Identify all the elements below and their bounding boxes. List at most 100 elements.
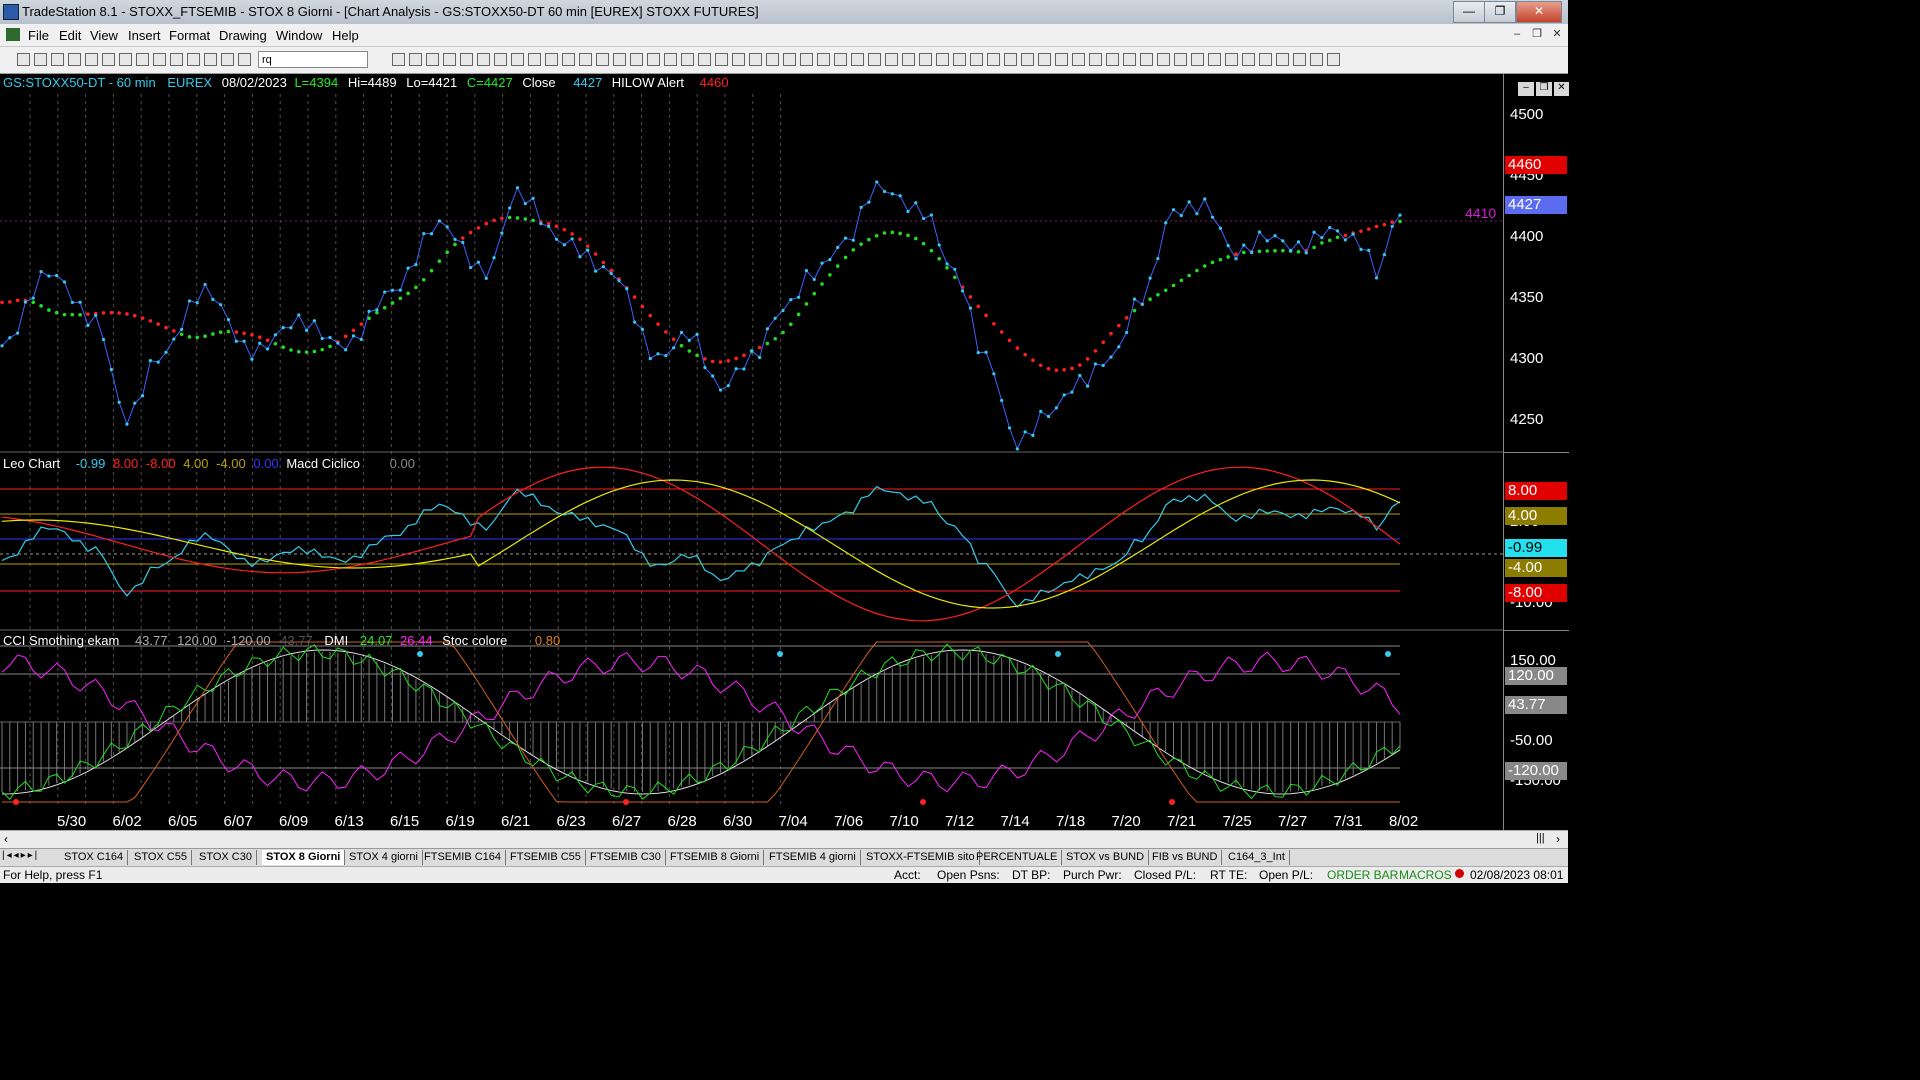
toolbar-tool-icon[interactable] [919, 53, 932, 66]
toolbar-tool-icon[interactable] [715, 53, 728, 66]
mdi-close-icon[interactable]: ✕ [1548, 27, 1566, 42]
toolbar-tool-icon[interactable] [1276, 53, 1289, 66]
scroll-left-icon[interactable]: ‹ [4, 832, 8, 846]
order-bar-button[interactable]: ORDER BAR [1327, 868, 1398, 882]
sheet-tab[interactable]: STOX 8 Giorni [262, 850, 346, 865]
toolbar-tool-icon[interactable] [596, 53, 609, 66]
toolbar-tool-icon[interactable] [885, 53, 898, 66]
toolbar-tool-icon[interactable] [85, 53, 98, 66]
toolbar-tool-icon[interactable] [102, 53, 115, 66]
toolbar-tool-icon[interactable] [613, 53, 626, 66]
toolbar-tool-icon[interactable] [1140, 53, 1153, 66]
toolbar-tool-icon[interactable] [119, 53, 132, 66]
toolbar-tool-icon[interactable] [1327, 53, 1340, 66]
scroll-thumb-icon[interactable]: ||| [1536, 832, 1545, 844]
toolbar-tool-icon[interactable] [970, 53, 983, 66]
menu-file[interactable]: File [28, 28, 49, 43]
document-icon[interactable] [6, 28, 20, 41]
toolbar-tool-icon[interactable] [902, 53, 915, 66]
toolbar-tool-icon[interactable] [817, 53, 830, 66]
toolbar-tool-icon[interactable] [1310, 53, 1323, 66]
toolbar-tool-icon[interactable] [443, 53, 456, 66]
toolbar-tool-icon[interactable] [698, 53, 711, 66]
menu-drawing[interactable]: Drawing [219, 28, 267, 43]
minimize-button[interactable]: — [1453, 1, 1485, 23]
toolbar-tool-icon[interactable] [1038, 53, 1051, 66]
toolbar-tool-icon[interactable] [630, 53, 643, 66]
scroll-right-icon[interactable]: › [1556, 832, 1560, 846]
toolbar-tool-icon[interactable] [987, 53, 1000, 66]
tab-nav-arrows-icon[interactable]: |◂◂▸▸| [2, 850, 39, 861]
menu-view[interactable]: View [90, 28, 118, 43]
mdi-minimize-icon[interactable]: – [1508, 27, 1526, 42]
sheet-tab[interactable]: FTSEMIB 8 Giorni [666, 850, 765, 865]
sheet-tab[interactable]: PERCENTUALE [972, 850, 1063, 865]
toolbar-tool-icon[interactable] [528, 53, 541, 66]
toolbar-tool-icon[interactable] [1004, 53, 1017, 66]
toolbar-tool-icon[interactable] [1293, 53, 1306, 66]
toolbar-tool-icon[interactable] [953, 53, 966, 66]
menu-format[interactable]: Format [169, 28, 210, 43]
toolbar-tool-icon[interactable] [51, 53, 64, 66]
price-scale[interactable]: – ❐ ✕ 4500 4450 4400 4350 4300 4250 4460… [1503, 74, 1569, 808]
toolbar-tool-icon[interactable] [647, 53, 660, 66]
menu-edit[interactable]: Edit [59, 28, 81, 43]
close-button[interactable]: ✕ [1516, 1, 1562, 23]
subwindow-close-icon[interactable]: ✕ [1554, 82, 1569, 96]
toolbar-tool-icon[interactable] [1106, 53, 1119, 66]
toolbar-tool-icon[interactable] [681, 53, 694, 66]
subwindow-restore-icon[interactable]: ❐ [1536, 82, 1552, 96]
mdi-restore-icon[interactable]: ❐ [1528, 27, 1546, 42]
toolbar-tool-icon[interactable] [392, 53, 405, 66]
sheet-tab[interactable]: FTSEMIB 4 giorni [765, 850, 861, 865]
toolbar-tool-icon[interactable] [1021, 53, 1034, 66]
chart-area[interactable]: GS:STOXX50-DT - 60 min EUREX 08/02/2023 … [0, 74, 1503, 808]
toolbar-tool-icon[interactable] [136, 53, 149, 66]
toolbar-tool-icon[interactable] [1259, 53, 1272, 66]
toolbar-tool-icon[interactable] [494, 53, 507, 66]
sheet-tab[interactable]: STOX C55 [130, 850, 192, 865]
toolbar-tool-icon[interactable] [868, 53, 881, 66]
toolbar-tool-icon[interactable] [34, 53, 47, 66]
toolbar-tool-icon[interactable] [1225, 53, 1238, 66]
sheet-tab[interactable]: STOX C164 [60, 850, 129, 865]
horizontal-scrollbar[interactable]: ‹ ||| › [0, 830, 1568, 849]
menu-insert[interactable]: Insert [128, 28, 161, 43]
toolbar-tool-icon[interactable] [851, 53, 864, 66]
sheet-tab[interactable]: STOXX-FTSEMIB sito [862, 850, 980, 865]
toolbar-tool-icon[interactable] [409, 53, 422, 66]
sheet-tab[interactable]: FTSEMIB C55 [506, 850, 586, 865]
toolbar-tool-icon[interactable] [1174, 53, 1187, 66]
toolbar-tool-icon[interactable] [68, 53, 81, 66]
tradestation-app-icon[interactable] [3, 4, 19, 20]
toolbar-tool-icon[interactable] [936, 53, 949, 66]
toolbar-tool-icon[interactable] [238, 53, 251, 66]
toolbar-tool-icon[interactable] [834, 53, 847, 66]
menu-window[interactable]: Window [276, 28, 322, 43]
toolbar-tool-icon[interactable] [579, 53, 592, 66]
toolbar-tool-icon[interactable] [460, 53, 473, 66]
toolbar-tool-icon[interactable] [1191, 53, 1204, 66]
toolbar-tool-icon[interactable] [1055, 53, 1068, 66]
macros-button[interactable]: MACROS [1399, 868, 1452, 882]
toolbar-tool-icon[interactable] [1072, 53, 1085, 66]
toolbar-tool-icon[interactable] [204, 53, 217, 66]
maximize-button[interactable]: ❐ [1484, 1, 1516, 23]
toolbar-tool-icon[interactable] [426, 53, 439, 66]
toolbar-tool-icon[interactable] [545, 53, 558, 66]
sheet-tab[interactable]: STOX vs BUND [1062, 850, 1150, 865]
sheet-tab[interactable]: STOX 4 giorni [345, 850, 423, 865]
toolbar-tool-icon[interactable] [664, 53, 677, 66]
toolbar-tool-icon[interactable] [1208, 53, 1221, 66]
subwindow-min-icon[interactable]: – [1518, 82, 1534, 96]
toolbar-tool-icon[interactable] [800, 53, 813, 66]
toolbar-tool-icon[interactable] [153, 53, 166, 66]
sheet-tab[interactable]: FIB vs BUND [1148, 850, 1223, 865]
toolbar-tool-icon[interactable] [562, 53, 575, 66]
toolbar-tool-icon[interactable] [511, 53, 524, 66]
sheet-tab[interactable]: C164_3_Int [1224, 850, 1290, 865]
symbol-input[interactable]: rq [258, 51, 368, 68]
toolbar-tool-icon[interactable] [170, 53, 183, 66]
toolbar-tool-icon[interactable] [1123, 53, 1136, 66]
toolbar-tool-icon[interactable] [221, 53, 234, 66]
